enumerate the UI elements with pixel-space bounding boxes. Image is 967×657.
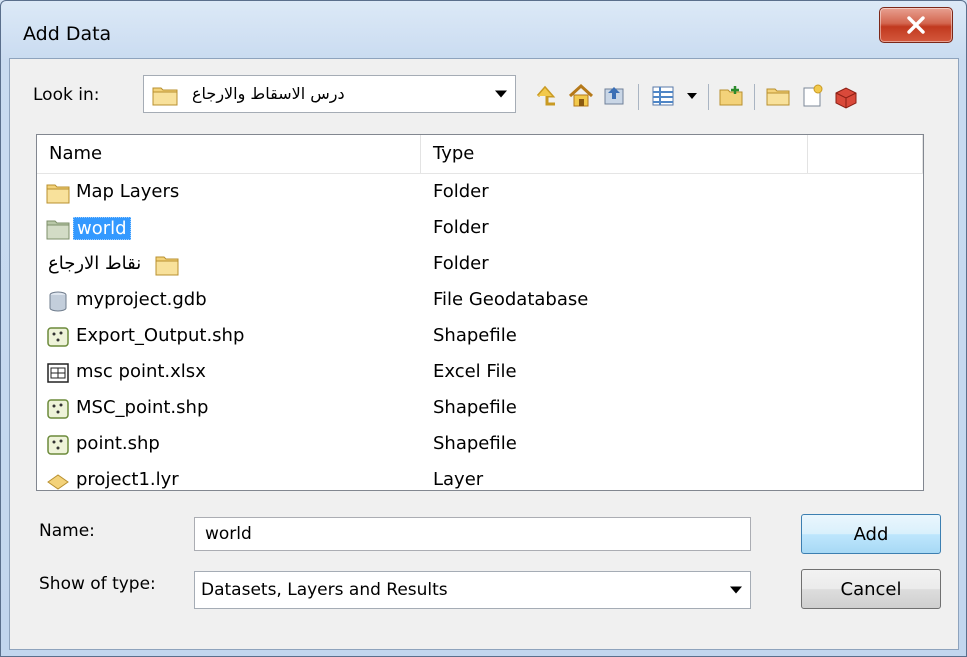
name-input[interactable] <box>194 517 751 551</box>
item-name: myproject.gdb <box>76 289 207 310</box>
table-icon <box>47 363 69 383</box>
folder-icon <box>155 256 179 276</box>
look-in-select[interactable]: درس الاسقاط والارجاع <box>143 75 516 113</box>
folder-icon <box>46 184 70 204</box>
item-type: Excel File <box>433 361 517 382</box>
item-name: project1.lyr <box>76 469 179 490</box>
toolbar-separator <box>708 84 709 110</box>
item-name: world <box>73 217 131 240</box>
item-type: Shapefile <box>433 397 517 418</box>
show-of-type-label: Show of type: <box>39 574 156 594</box>
file-list[interactable]: Name Type Map Layers Folder world Folder <box>36 134 924 491</box>
item-name: Export_Output.shp <box>76 325 245 346</box>
item-name: MSC_point.shp <box>76 397 209 418</box>
list-item[interactable]: myproject.gdb File Geodatabase <box>37 283 907 319</box>
item-type: Folder <box>433 253 489 274</box>
list-header: Name Type <box>37 135 923 174</box>
item-name: نقاط الارجاع <box>48 253 142 274</box>
new-file-icon[interactable] <box>799 83 825 109</box>
window-title: Add Data <box>23 23 112 45</box>
connect-folder-icon[interactable] <box>602 83 628 109</box>
item-name: Map Layers <box>76 181 180 202</box>
catalog-folder-icon[interactable] <box>765 83 791 109</box>
shapefile-icon <box>47 327 69 347</box>
list-item[interactable]: نقاط الارجاع Folder <box>37 247 907 283</box>
view-list-icon[interactable] <box>650 83 676 109</box>
vertical-scrollbar[interactable] <box>923 135 924 490</box>
list-item[interactable]: project1.lyr Layer <box>37 463 907 490</box>
look-in-label: Look in: <box>33 85 100 105</box>
show-of-type-value: Datasets, Layers and Results <box>201 580 448 600</box>
column-header-name[interactable]: Name <box>37 135 421 173</box>
item-type: Folder <box>433 181 489 202</box>
toolbox-icon[interactable] <box>833 83 859 109</box>
cancel-button[interactable]: Cancel <box>801 569 941 609</box>
list-item[interactable]: Map Layers Folder <box>37 175 907 211</box>
home-icon[interactable] <box>568 83 594 109</box>
item-type: Layer <box>433 469 484 490</box>
new-folder-icon[interactable] <box>718 83 744 109</box>
add-button[interactable]: Add <box>801 514 941 554</box>
item-type: Folder <box>433 217 489 238</box>
up-one-level-icon[interactable] <box>533 83 559 109</box>
show-of-type-select[interactable]: Datasets, Layers and Results <box>194 571 751 609</box>
list-item[interactable]: Export_Output.shp Shapefile <box>37 319 907 355</box>
column-header-empty[interactable] <box>808 135 923 173</box>
geodatabase-icon <box>49 291 67 312</box>
item-type: Shapefile <box>433 325 517 346</box>
list-item[interactable]: msc point.xlsx Excel File <box>37 355 907 391</box>
item-type: File Geodatabase <box>433 289 589 310</box>
chevron-down-icon <box>730 586 742 594</box>
toolbar-separator <box>754 84 755 110</box>
shapefile-icon <box>47 399 69 419</box>
item-name: point.shp <box>76 433 160 454</box>
folder-icon <box>152 87 178 106</box>
folder-icon <box>46 220 70 240</box>
list-item[interactable]: point.shp Shapefile <box>37 427 907 463</box>
close-button[interactable] <box>879 7 953 43</box>
shapefile-icon <box>47 435 69 455</box>
chevron-down-icon <box>495 90 507 98</box>
list-item-selected[interactable]: world Folder <box>37 211 907 247</box>
look-in-value: درس الاسقاط والارجاع <box>192 84 345 103</box>
dialog-body: Look in: درس الاسقاط والارجاع Name Type … <box>9 58 959 650</box>
item-type: Shapefile <box>433 433 517 454</box>
list-item[interactable]: MSC_point.shp Shapefile <box>37 391 907 427</box>
toolbar-separator <box>638 84 639 110</box>
add-data-dialog: Add Data Look in: درس الاسقاط والارجاع N… <box>0 0 967 657</box>
item-name: msc point.xlsx <box>76 361 206 382</box>
column-header-type[interactable]: Type <box>421 135 808 173</box>
close-icon <box>907 16 925 34</box>
view-dropdown-icon[interactable] <box>687 93 697 99</box>
layer-icon <box>47 474 69 490</box>
name-label: Name: <box>39 521 95 541</box>
